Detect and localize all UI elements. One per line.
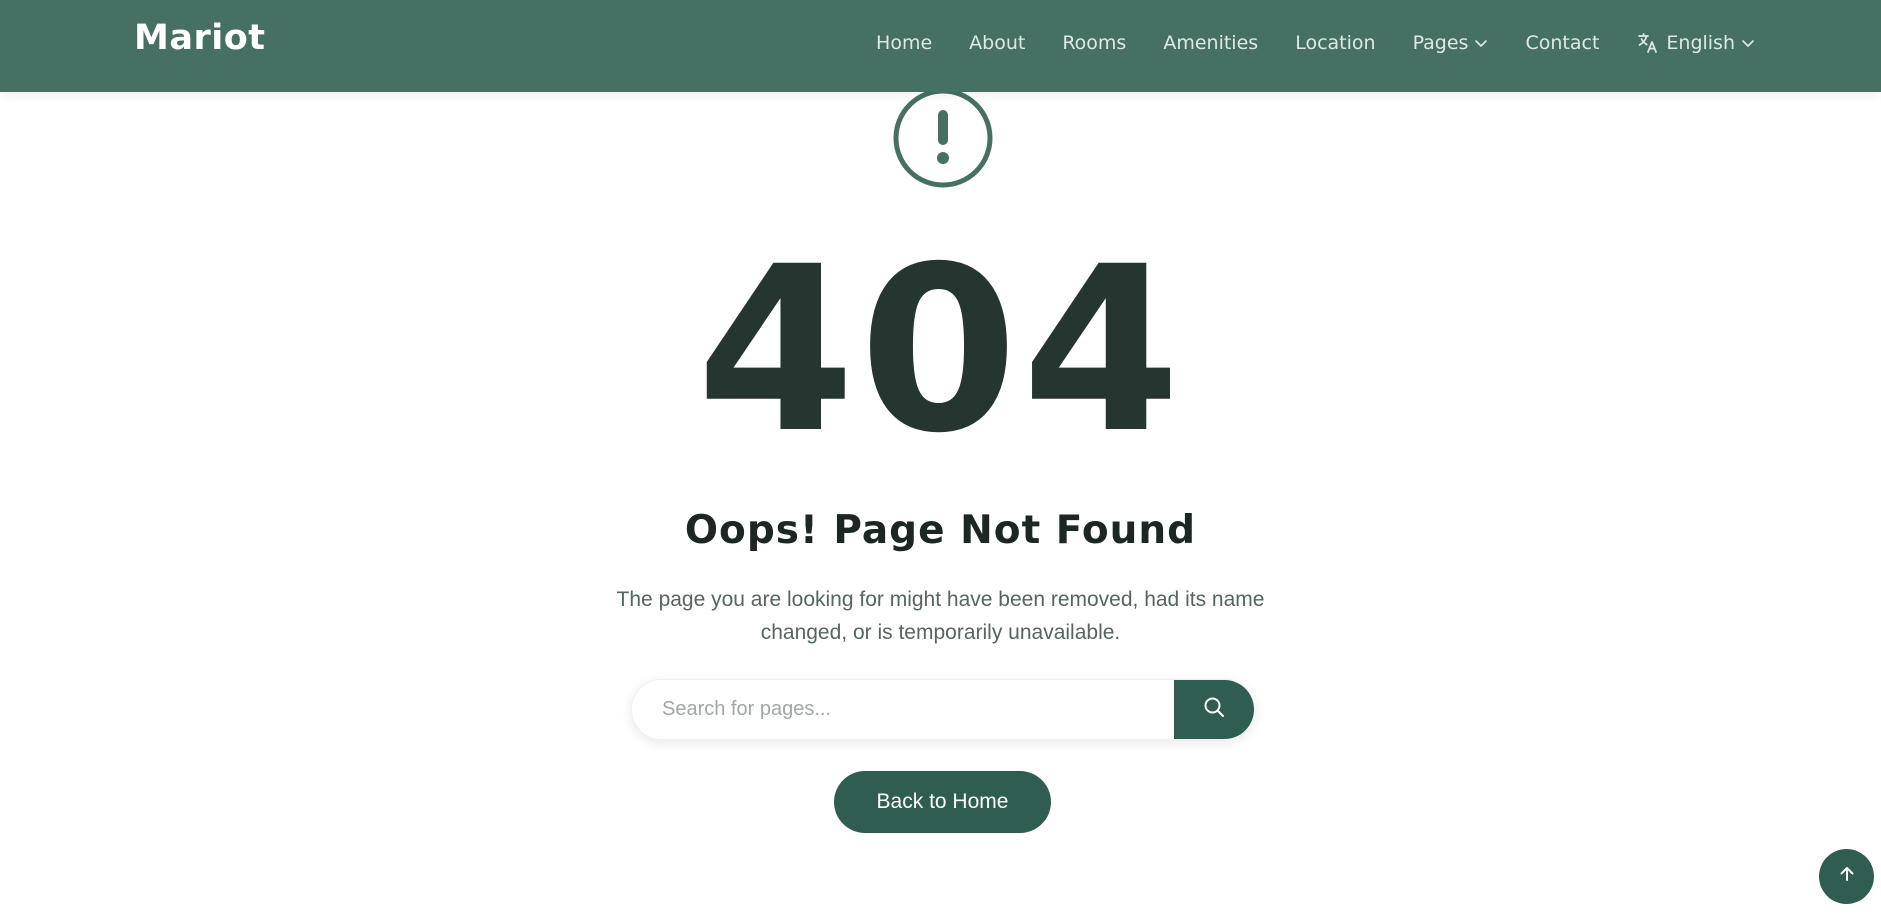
language-selector[interactable]: English bbox=[1636, 31, 1755, 55]
translate-icon bbox=[1636, 31, 1660, 55]
nav-item-label: Home bbox=[876, 32, 933, 54]
nav-item-label: Amenities bbox=[1163, 32, 1259, 54]
nav-item-label: Contact bbox=[1525, 32, 1600, 54]
exclamation-circle-icon bbox=[893, 88, 993, 188]
chevron-down-icon bbox=[1474, 36, 1488, 50]
nav-item-label: Pages bbox=[1412, 32, 1469, 54]
nav-item-home[interactable]: Home bbox=[876, 32, 932, 54]
site-logo[interactable]: Mariot bbox=[134, 18, 265, 58]
language-label: English bbox=[1666, 32, 1735, 54]
nav-item-rooms[interactable]: Rooms bbox=[1062, 32, 1126, 54]
nav-item-label: About bbox=[969, 32, 1026, 54]
page-title: Oops! Page Not Found bbox=[684, 508, 1197, 553]
error-page: Mariot Home About Rooms Amenities Locati… bbox=[0, 0, 1881, 916]
search-icon bbox=[1202, 695, 1226, 724]
nav-item-location[interactable]: Location bbox=[1295, 32, 1375, 54]
chevron-down-icon bbox=[1741, 36, 1755, 50]
error-description: The page you are looking for might have … bbox=[616, 588, 1265, 644]
nav-item-contact[interactable]: Contact bbox=[1525, 32, 1599, 54]
nav-item-pages[interactable]: Pages bbox=[1413, 32, 1489, 54]
search-bar bbox=[631, 679, 1255, 740]
search-button[interactable] bbox=[1174, 680, 1254, 739]
main-nav: Home About Rooms Amenities Location Page… bbox=[876, 0, 1755, 86]
site-header: Mariot Home About Rooms Amenities Locati… bbox=[0, 0, 1881, 92]
arrow-up-icon bbox=[1837, 864, 1857, 889]
nav-item-about[interactable]: About bbox=[969, 32, 1025, 54]
nav-item-amenities[interactable]: Amenities bbox=[1163, 32, 1258, 54]
nav-item-label: Location bbox=[1295, 32, 1376, 54]
scroll-to-top-button[interactable] bbox=[1819, 849, 1874, 904]
error-code: 404 bbox=[696, 217, 1185, 483]
search-input[interactable] bbox=[632, 680, 1176, 739]
nav-item-label: Rooms bbox=[1062, 32, 1127, 54]
back-to-home-button[interactable]: Back to Home bbox=[834, 771, 1051, 833]
